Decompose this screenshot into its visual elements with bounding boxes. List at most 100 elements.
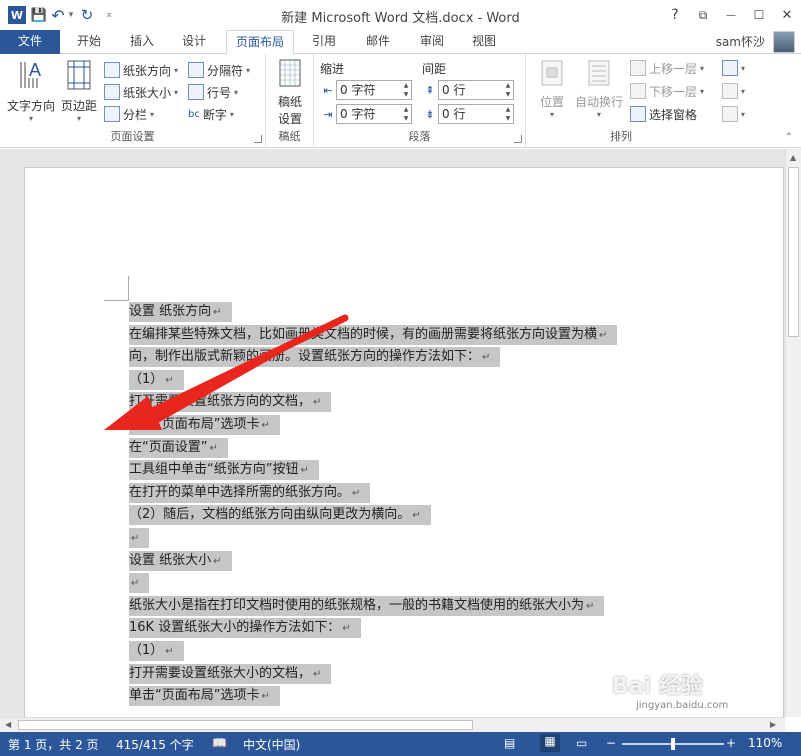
margins-button[interactable]: 页边距 ▾ — [58, 58, 100, 123]
tab-view[interactable]: 视图 — [460, 30, 508, 54]
text-line[interactable]: 单击“页面布局”选项卡 ↵ — [129, 686, 280, 706]
indent-right-input[interactable]: 0 字符 ▲ ▼ — [336, 104, 412, 124]
paragraph-launcher-icon[interactable] — [514, 135, 522, 143]
text-line[interactable]: 设置 纸张方向 ↵ — [129, 302, 232, 322]
text-line[interactable]: （2）随后，文档的纸张方向由纵向更改为横向。 ↵ — [129, 505, 431, 525]
indent-left-input[interactable]: 0 字符 ▲ ▼ — [336, 80, 412, 100]
collapse-ribbon-icon[interactable]: ⌃ — [785, 132, 793, 143]
web-layout-icon[interactable]: ▭ — [576, 736, 587, 750]
watermark-logo: Bai 经验 — [612, 674, 703, 699]
spacing-before-stepper[interactable]: ⇞ 0 行 ▲ ▼ — [422, 80, 514, 100]
proofing-icon[interactable]: 📖 — [212, 736, 227, 750]
spin-arrows-icon[interactable]: ▲ ▼ — [401, 105, 411, 123]
text-line[interactable]: 工具组中单击“纸张方向”按钮 ↵ — [129, 460, 319, 480]
paragraph-mark-icon: ↵ — [165, 646, 174, 657]
text-line[interactable]: 打开需要设置纸张方向的文档， ↵ — [129, 392, 332, 412]
page-setup-launcher-icon[interactable] — [254, 135, 262, 143]
text-line[interactable]: 在“页面设置” ↵ — [129, 438, 228, 458]
paragraph-mark-icon: ↵ — [352, 488, 361, 499]
tab-design[interactable]: 设计 — [170, 30, 218, 54]
spin-arrows-icon[interactable]: ▲ ▼ — [401, 81, 411, 99]
text-line[interactable]: ↵ — [129, 528, 150, 548]
zoom-level[interactable]: 110% — [748, 736, 782, 750]
tab-references[interactable]: 引用 — [300, 30, 348, 54]
document-area[interactable] — [0, 149, 785, 717]
text-line[interactable]: 在打开的菜单中选择所需的纸张方向。 ↵ — [129, 483, 371, 503]
align-button[interactable]: ▾ — [722, 58, 745, 78]
zoom-slider-thumb[interactable] — [671, 738, 675, 750]
horizontal-scroll-thumb[interactable] — [18, 720, 473, 730]
vertical-scroll-thumb[interactable] — [788, 167, 799, 337]
user-name[interactable]: sam怀沙 — [716, 33, 765, 50]
word-count[interactable]: 415/415 个字 — [116, 736, 194, 753]
spacing-before-input[interactable]: 0 行 ▲ ▼ — [438, 80, 514, 100]
tab-review[interactable]: 审阅 — [408, 30, 456, 54]
paragraph-mark-icon: ↵ — [313, 669, 322, 680]
selection-pane-button[interactable]: 选择窗格 — [630, 104, 697, 124]
minimize-button[interactable]: — — [717, 0, 745, 30]
avatar[interactable] — [773, 31, 795, 53]
orientation-button[interactable]: 纸张方向 ▾ — [104, 60, 178, 80]
help-button[interactable]: ? — [661, 0, 689, 30]
window-controls: ? ⧉ — ☐ ✕ — [661, 0, 801, 30]
close-button[interactable]: ✕ — [773, 0, 801, 30]
indent-left-stepper[interactable]: ⇤ 0 字符 ▲ ▼ — [320, 80, 412, 100]
text-line[interactable]: 16K 设置纸张大小的操作方法如下： ↵ — [129, 618, 361, 638]
position-button[interactable]: 位置 ▾ — [534, 58, 570, 119]
tab-file[interactable]: 文件 — [0, 30, 60, 54]
text-direction-label: 文字方向 — [6, 99, 55, 113]
text-line-content: 在打开的菜单中选择所需的纸张方向。 — [129, 485, 351, 500]
text-line[interactable]: （1） ↵ — [129, 370, 184, 390]
manuscript-settings-button[interactable]: 稿纸 设置 — [270, 58, 310, 127]
page-count[interactable]: 第 1 页，共 2 页 — [8, 736, 99, 753]
spin-arrows-icon[interactable]: ▲ ▼ — [503, 105, 513, 123]
rotate-button[interactable]: ▾ — [722, 104, 745, 124]
size-button[interactable]: 纸张大小 ▾ — [104, 82, 178, 102]
language[interactable]: 中文(中国) — [243, 736, 300, 753]
tab-insert[interactable]: 插入 — [118, 30, 166, 54]
tab-home[interactable]: 开始 — [64, 30, 114, 54]
text-line[interactable]: 向，制作出版式新颖的画册。设置纸张方向的操作方法如下： ↵ — [129, 347, 501, 367]
zoom-in-button[interactable]: + — [726, 736, 736, 750]
paragraph-mark-icon: ↵ — [482, 352, 491, 363]
line-numbers-button[interactable]: 行号 ▾ — [188, 82, 238, 102]
group-objects-button[interactable]: ▾ — [722, 81, 745, 101]
chevron-down-icon: ▾ — [28, 114, 33, 123]
spin-arrows-icon[interactable]: ▲ ▼ — [503, 81, 513, 99]
breaks-label: 分隔符 — [207, 63, 244, 78]
text-line[interactable]: ↵ — [129, 573, 150, 593]
tab-mailings[interactable]: 邮件 — [354, 30, 402, 54]
paragraph-mark-icon: ↵ — [412, 510, 421, 521]
spacing-after-stepper[interactable]: ⇟ 0 行 ▲ ▼ — [422, 104, 514, 124]
text-line[interactable]: 设置 纸张大小 ↵ — [129, 551, 232, 571]
read-mode-icon[interactable]: ▤ — [504, 736, 515, 750]
text-line[interactable]: 单击“页面布局”选项卡 ↵ — [129, 415, 280, 435]
tab-page-layout[interactable]: 页面布局 — [226, 30, 294, 55]
columns-button[interactable]: 分栏 ▾ — [104, 104, 154, 124]
breaks-button[interactable]: 分隔符 ▾ — [188, 60, 250, 80]
indent-right-stepper[interactable]: ⇥ 0 字符 ▲ ▼ — [320, 104, 412, 124]
spacing-after-input[interactable]: 0 行 ▲ ▼ — [438, 104, 514, 124]
ribbon-display-options-button[interactable]: ⧉ — [689, 0, 717, 30]
text-line[interactable]: 在编排某些特殊文档，比如画册类文档的时候，有的画册需要将纸张方向设置为横 ↵ — [129, 325, 618, 345]
scroll-right-icon[interactable]: ▶ — [770, 720, 776, 729]
text-line-content: 单击“页面布局”选项卡 — [129, 417, 260, 432]
print-layout-icon[interactable]: ▦ — [540, 734, 560, 752]
paragraph-mark-icon: ↵ — [165, 375, 174, 386]
chevron-down-icon: ▾ — [741, 109, 746, 119]
scroll-up-icon[interactable]: ▲ — [790, 153, 796, 162]
group-arrange: 位置 ▾ 自动换行 ▾ 上移一层 ▾ 下移一层 ▾ 选择窗格 ▾ ▾ ▾ 排列 — [526, 54, 762, 148]
scroll-left-icon[interactable]: ◀ — [5, 720, 11, 729]
zoom-out-button[interactable]: − — [606, 736, 616, 750]
send-backward-button[interactable]: 下移一层 ▾ — [630, 81, 704, 101]
hyphenation-button[interactable]: bc 断字 ▾ — [188, 104, 234, 124]
text-line[interactable]: 打开需要设置纸张大小的文档， ↵ — [129, 664, 332, 684]
text-direction-button[interactable]: A 文字方向 ▾ — [4, 58, 58, 123]
text-line[interactable]: 纸张大小是指在打印文档时使用的纸张规格，一般的书籍文档使用的纸张大小为 ↵ — [129, 596, 605, 616]
maximize-button[interactable]: ☐ — [745, 0, 773, 30]
wrap-text-button[interactable]: 自动换行 ▾ — [572, 58, 626, 119]
vertical-scrollbar[interactable]: ▲ — [785, 149, 801, 717]
horizontal-scrollbar[interactable]: ◀ ▶ — [0, 717, 785, 732]
bring-forward-button[interactable]: 上移一层 ▾ — [630, 58, 704, 78]
text-line[interactable]: （1） ↵ — [129, 641, 184, 661]
